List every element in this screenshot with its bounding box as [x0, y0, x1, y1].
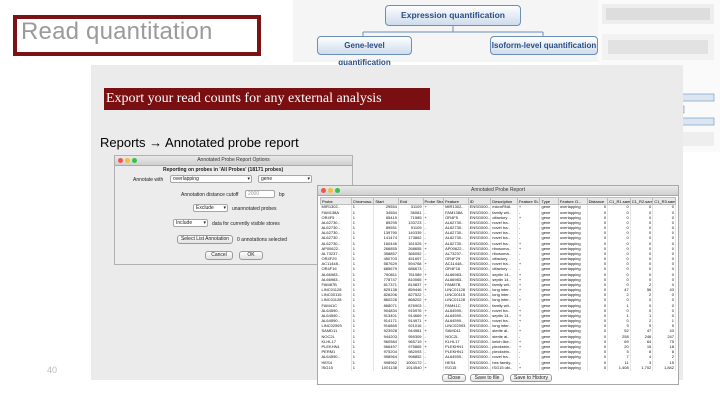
zoom-window-icon[interactable] [335, 188, 340, 193]
exclude-label: unannotated probes [232, 206, 277, 212]
table-cell: gene [539, 365, 559, 371]
table-cell: ISG15 [320, 365, 352, 371]
table-cell: 1 [351, 365, 375, 371]
include-label: data for currently visible stores [212, 221, 280, 227]
column-header[interactable]: Type [539, 197, 559, 205]
chevron-down-icon: ▾ [203, 220, 206, 226]
table-row[interactable]: ISG15 1 1001138 1014540 + ISG15 ENSG000.. ISG15… [320, 365, 676, 371]
close-window-icon[interactable] [321, 188, 326, 193]
column-header[interactable]: C1_R3.sam [652, 197, 676, 205]
column-header[interactable]: Feature St... [516, 197, 541, 205]
diagram-node-isoform-level: Isoform-level quantification [490, 36, 598, 55]
table-cell: 1,408 [607, 365, 631, 371]
table-cell: overlapping [558, 365, 588, 371]
diagram-node-gene-level: Gene-level quantification [317, 36, 412, 67]
column-header[interactable]: Start [373, 197, 399, 205]
report-body: MIR1302.. 1 29554 31109 + MIR1302.. ENSG000.. m… [320, 204, 676, 371]
minimize-window-icon[interactable] [328, 188, 333, 193]
column-header[interactable]: Chromoso... [350, 197, 375, 205]
close-window-icon[interactable] [118, 158, 123, 163]
diagram-node-expression: Expression quantification [385, 5, 521, 26]
column-header[interactable]: End [397, 197, 424, 205]
annotation-type-select[interactable]: gene ▾ [258, 175, 312, 183]
table-cell: ENSG000.. [468, 365, 492, 371]
ok-button[interactable]: OK [239, 251, 263, 260]
dialog-title: Annotated Probe Report Options [197, 157, 270, 163]
annotate-mode-select[interactable]: overlapping ▾ [170, 175, 252, 183]
annotated-probe-report-window: Annotated Probe Report Probe Chromoso... S… [317, 185, 679, 385]
banner-text: Export your read counts for any external… [106, 91, 382, 106]
table-cell: 1014540 [398, 365, 424, 371]
report-titlebar[interactable]: Annotated Probe Report [318, 186, 678, 196]
distance-unit: bp [279, 192, 285, 198]
report-button-bar: Close Save to file Save to History [318, 374, 678, 383]
exclude-select[interactable]: Exclude ▾ [193, 204, 228, 212]
quantification-diagram: Expression quantification Gene-level qua… [293, 0, 613, 67]
minimize-window-icon[interactable] [125, 158, 130, 163]
column-header[interactable]: Feature O... [557, 197, 588, 205]
table-cell: + [517, 365, 541, 371]
zoom-window-icon[interactable] [132, 158, 137, 163]
column-header[interactable]: C1_R1.sam [607, 197, 631, 205]
report-table: ProbeChromoso...StartEndProbe Stra...Fea… [320, 197, 676, 371]
chevron-down-icon: ▾ [223, 205, 226, 211]
close-button[interactable]: Close [442, 374, 466, 382]
include-select[interactable]: Include ▾ [173, 219, 208, 227]
cancel-button[interactable]: Cancel [205, 251, 233, 260]
page-number: 40 [47, 365, 58, 375]
column-header[interactable]: ID [467, 197, 492, 205]
column-header[interactable]: Probe Stra... [422, 197, 445, 205]
table-cell: + [423, 365, 445, 371]
save-to-file-button[interactable]: Save to file [470, 374, 504, 382]
save-to-history-button[interactable]: Save to History [510, 374, 552, 382]
table-cell: 1,702 [630, 365, 654, 371]
table-cell: 0 [587, 365, 609, 371]
table-cell: 1,842 [652, 365, 676, 371]
table-cell: ISG15 [443, 365, 469, 371]
table-cell: ISG15 ubi.. [490, 365, 518, 371]
reports-menu-path: Reports → Annotated probe report [100, 135, 299, 150]
slide-title: Read quantitation [21, 18, 213, 45]
table-cell: 1001138 [373, 365, 399, 371]
distance-cutoff-input[interactable]: 2000 [245, 190, 275, 198]
select-list-annotation-button[interactable]: Select List Annotation [177, 235, 233, 244]
chevron-down-icon: ▾ [247, 176, 250, 182]
column-header[interactable]: Probe [320, 197, 352, 205]
column-header[interactable]: Description [490, 197, 518, 205]
column-header[interactable]: C1_R2.sam [629, 197, 654, 205]
column-header[interactable]: Feature [443, 197, 469, 205]
column-header[interactable]: Distance [586, 197, 609, 205]
annotate-with-label: Annotate with [133, 177, 164, 183]
distance-cutoff-label: Annotation distance cutoff [181, 192, 239, 198]
dialog-heading: Reporting on probes in 'All Probes' (181… [163, 167, 284, 173]
report-title: Annotated Probe Report [471, 187, 525, 193]
report-header-row: ProbeChromoso...StartEndProbe Stra...Fea… [320, 197, 676, 205]
dialog-titlebar[interactable]: Annotated Probe Report Options [115, 156, 352, 166]
chevron-down-icon: ▾ [307, 176, 310, 182]
annotations-selected-status: 0 annotations selected [237, 237, 288, 243]
